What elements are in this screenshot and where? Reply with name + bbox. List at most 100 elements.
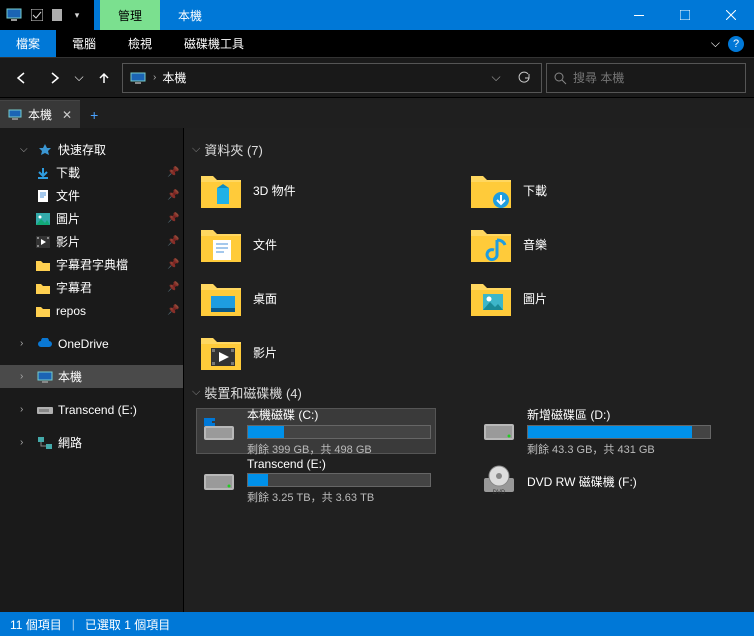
forward-button[interactable] — [40, 64, 68, 92]
tree-label: 圖片 — [56, 210, 163, 227]
chevron-right-icon[interactable]: › — [153, 72, 156, 83]
sidebar-quick-access[interactable]: ⌵ 快速存取 — [0, 138, 183, 161]
tree-label: Transcend (E:) — [58, 403, 183, 417]
properties-icon[interactable] — [48, 6, 66, 24]
group-header-folders[interactable]: ⌵ 資料夾 (7) — [192, 140, 742, 159]
close-icon[interactable]: ✕ — [62, 108, 72, 122]
folder-item[interactable]: 桌面 — [196, 273, 426, 323]
sidebar-this-pc[interactable]: ›本機 — [0, 365, 183, 388]
sidebar-network[interactable]: ›網路 — [0, 431, 183, 454]
tree-label: repos — [56, 304, 163, 318]
drive-icon — [481, 413, 517, 449]
group-header-drives[interactable]: ⌵ 裝置和磁碟機 (4) — [192, 383, 742, 402]
checkbox-icon[interactable] — [28, 6, 46, 24]
pin-icon: 📌 — [167, 236, 183, 247]
chevron-down-icon[interactable]: ⌵ — [192, 386, 200, 399]
folder-label: 文件 — [253, 236, 277, 253]
status-item-count: 11 個項目 — [10, 616, 62, 633]
file-tab[interactable]: 檔案 — [0, 30, 56, 57]
cloud-icon — [36, 335, 54, 353]
drive-name: Transcend (E:) — [247, 457, 431, 471]
drive-item[interactable]: DVDDVD RW 磁碟機 (F:) — [476, 458, 716, 504]
tab-label: 檢視 — [128, 35, 152, 52]
refresh-button[interactable] — [513, 71, 535, 85]
tree-label: 下載 — [56, 164, 163, 181]
drive-name: DVD RW 磁碟機 (F:) — [527, 473, 711, 490]
close-button[interactable] — [708, 0, 754, 30]
folder-item[interactable]: 文件 — [196, 219, 426, 269]
search-icon — [553, 71, 567, 85]
sidebar-item-folder[interactable]: repos 📌 — [0, 299, 183, 322]
folder-item[interactable]: 下載 — [466, 165, 696, 215]
pin-icon: 📌 — [167, 305, 183, 316]
system-icon-group — [0, 0, 28, 30]
recent-dropdown-button[interactable]: ⌵ — [72, 64, 86, 92]
minimize-button[interactable] — [616, 0, 662, 30]
ribbon-collapse-icon[interactable]: ⌵ — [711, 36, 720, 51]
document-tab[interactable]: 本機 ✕ — [0, 100, 80, 128]
chevron-down-icon[interactable]: ⌵ — [192, 143, 200, 156]
sidebar-item-documents[interactable]: 文件📌 — [0, 184, 183, 207]
tab-computer[interactable]: 電腦 — [56, 30, 112, 57]
help-icon[interactable]: ? — [728, 36, 744, 52]
drive-icon — [201, 463, 237, 499]
sidebar-onedrive[interactable]: ›OneDrive — [0, 332, 183, 355]
tab-view[interactable]: 檢視 — [112, 30, 168, 57]
folder-item[interactable]: 圖片 — [466, 273, 696, 323]
folder-item[interactable]: 3D 物件 — [196, 165, 426, 215]
manage-context-tab[interactable]: 管理 — [100, 0, 160, 30]
folder-icon — [199, 330, 243, 374]
address-path[interactable]: 本機 — [162, 69, 479, 86]
title-bar: ▾ 管理 本機 — [0, 0, 754, 30]
folder-item[interactable]: 影片 — [196, 327, 426, 377]
folder-label: 3D 物件 — [253, 182, 296, 199]
tree-label: 字幕君 — [56, 279, 163, 296]
this-pc-icon — [129, 69, 147, 87]
qat-dropdown-icon[interactable]: ▾ — [68, 6, 86, 24]
document-tabs-bar: 本機 ✕ + — [0, 98, 754, 128]
folder-icon — [469, 168, 513, 212]
drive-name: 新增磁碟區 (D:) — [527, 406, 711, 423]
sidebar-item-pictures[interactable]: 圖片📌 — [0, 207, 183, 230]
folder-icon — [469, 222, 513, 266]
tab-label: 電腦 — [72, 35, 96, 52]
tab-label: 磁碟機工具 — [184, 35, 244, 52]
status-bar: 11 個項目 | 已選取 1 個項目 — [0, 612, 754, 636]
document-tab-label: 本機 — [28, 106, 52, 123]
sidebar-item-downloads[interactable]: 下載📌 — [0, 161, 183, 184]
sidebar-item-folder[interactable]: 字幕君📌 — [0, 276, 183, 299]
folder-label: 影片 — [253, 344, 277, 361]
sidebar-transcend[interactable]: › Transcend (E:) — [0, 398, 183, 421]
window-title: 本機 — [178, 7, 202, 24]
chevron-right-icon[interactable]: › — [20, 437, 32, 448]
new-tab-button[interactable]: + — [80, 102, 108, 128]
drive-stats: 剩餘 3.25 TB，共 3.63 TB — [247, 489, 431, 505]
drive-item[interactable]: 新增磁碟區 (D:) 剩餘 43.3 GB，共 431 GB — [476, 408, 716, 454]
video-icon — [34, 233, 52, 251]
search-input[interactable] — [573, 71, 739, 85]
chevron-right-icon[interactable]: › — [20, 371, 32, 382]
drive-item[interactable]: 本機磁碟 (C:)剩餘 399 GB，共 498 GB — [196, 408, 436, 454]
drive-name: 本機磁碟 (C:) — [247, 406, 431, 423]
drive-item[interactable]: Transcend (E:) 剩餘 3.25 TB，共 3.63 TB — [196, 458, 436, 504]
maximize-button[interactable] — [662, 0, 708, 30]
tree-label: 文件 — [56, 187, 163, 204]
folder-item[interactable]: 音樂 — [466, 219, 696, 269]
sidebar-item-folder[interactable]: 字幕君字典檔📌 — [0, 253, 183, 276]
search-box[interactable] — [546, 63, 746, 93]
folder-icon — [199, 276, 243, 320]
window-controls — [616, 0, 754, 30]
chevron-right-icon[interactable]: › — [20, 404, 32, 415]
drive-stats: 剩餘 43.3 GB，共 431 GB — [527, 441, 711, 457]
address-bar[interactable]: › 本機 ⌵ — [122, 63, 542, 93]
up-button[interactable] — [90, 64, 118, 92]
folder-label: 圖片 — [523, 290, 547, 307]
address-dropdown-icon[interactable]: ⌵ — [485, 70, 507, 85]
chevron-right-icon[interactable]: › — [20, 338, 32, 349]
storage-bar — [247, 425, 431, 439]
tab-drive-tools[interactable]: 磁碟機工具 — [168, 30, 260, 57]
sidebar-item-videos[interactable]: 影片📌 — [0, 230, 183, 253]
chevron-down-icon[interactable]: ⌵ — [20, 144, 32, 155]
back-button[interactable] — [8, 64, 36, 92]
storage-bar — [527, 425, 711, 439]
